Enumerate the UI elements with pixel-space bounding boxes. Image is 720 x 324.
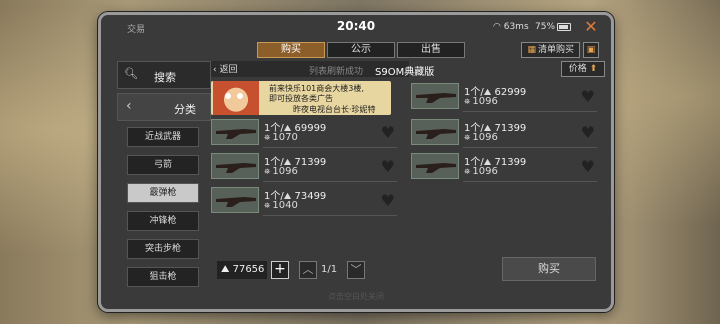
listing-total: ⛯ 1070 xyxy=(264,132,298,143)
favorite-heart-icon[interactable]: ♥ xyxy=(381,191,395,210)
tab-sell[interactable]: 出售 xyxy=(397,42,465,58)
favorite-heart-icon[interactable]: ♥ xyxy=(581,123,595,142)
favorite-heart-icon[interactable]: ♥ xyxy=(381,123,395,142)
trade-panel: 交易 20:40 ◠ 63ms 75% ✕ 购买 公示 出售 ▦ 清单购买 ▣ 🔍… xyxy=(98,12,614,312)
back-button[interactable]: ‹ 返回 xyxy=(213,62,237,75)
sidebar: 🔍︎ 搜索 ‹ 分类 近战武器 弓箭 霰弹枪 冲锋枪 突击步枪 狙击枪 xyxy=(117,61,211,295)
shotgun-thumbnail xyxy=(411,153,459,179)
listing-total: ⛯ 1096 xyxy=(464,132,498,143)
coin-icon: ⛯ xyxy=(264,133,271,142)
listing-area: ‹ 返回 列表刷新成功 S9OM典藏版 价格 ⬆ 前来快乐101商会大楼3楼, … xyxy=(211,61,606,266)
listing-item[interactable]: 1个/⛰ 73499 ⛯ 1040 ♥ xyxy=(211,187,397,216)
category-assault-rifle[interactable]: 突击步枪 xyxy=(127,239,199,259)
category-list: 近战武器 弓箭 霰弹枪 冲锋枪 突击步枪 狙击枪 xyxy=(127,127,199,287)
banner-line3: 昨夜电视台台长·珍妮特 xyxy=(293,105,376,114)
tab-notice[interactable]: 公示 xyxy=(327,42,395,58)
listing-total: ⛯ 1096 xyxy=(464,166,498,177)
close-hint: 点击空白处关闭 xyxy=(328,292,384,301)
divider xyxy=(263,215,397,216)
divider xyxy=(463,111,597,112)
chevron-down-icon[interactable]: ﹀ xyxy=(347,261,365,279)
item-title: S9OM典藏版 xyxy=(375,67,435,78)
list-buy-button[interactable]: ▦ 清单购买 xyxy=(521,42,580,58)
search-icon: 🔍︎ xyxy=(124,67,138,80)
buy-button[interactable]: 购买 xyxy=(502,257,596,281)
coin-icon: ⛯ xyxy=(264,167,271,176)
battery-icon xyxy=(557,23,571,31)
tab-buy[interactable]: 购买 xyxy=(257,42,325,58)
listing-total: ⛯ 1096 xyxy=(464,96,498,107)
coin-icon: ⛰ xyxy=(221,264,230,275)
listing-item[interactable]: 1个/⛰ 71399 ⛯ 1096 ♥ xyxy=(411,119,597,148)
page-indicator: 1/1 xyxy=(321,264,338,275)
shotgun-thumbnail xyxy=(411,83,459,109)
mascot-image xyxy=(213,81,259,115)
refresh-toast: 列表刷新成功 xyxy=(309,67,364,77)
currency-balance: ⛰ 77656 xyxy=(217,261,267,279)
listing-total: ⛯ 1096 xyxy=(264,166,298,177)
category-shotgun[interactable]: 霰弹枪 xyxy=(127,183,199,203)
toolbar: ▦ 清单购买 ▣ xyxy=(521,42,599,58)
coin-icon: ⛯ xyxy=(464,167,471,176)
listing-item[interactable]: 1个/⛰ 71399 ⛯ 1096 ♥ xyxy=(211,153,397,182)
search-button[interactable]: 🔍︎ 搜索 xyxy=(117,61,211,89)
favorite-heart-icon[interactable]: ♥ xyxy=(581,157,595,176)
clipboard-icon[interactable]: ▣ xyxy=(583,42,599,58)
network-latency: ◠ 63ms xyxy=(493,22,529,32)
sort-up-icon: ⬆ xyxy=(589,64,598,74)
chevron-left-icon: ‹ xyxy=(126,98,132,114)
ad-banner[interactable]: 前来快乐101商会大楼3楼, 即可投放各类广告 昨夜电视台台长·珍妮特 xyxy=(211,81,391,115)
category-label: 分类 xyxy=(174,103,196,116)
close-icon[interactable]: ✕ xyxy=(583,19,599,35)
category-sniper[interactable]: 狙击枪 xyxy=(127,267,199,287)
listing-item[interactable]: 1个/⛰ 62999 ⛯ 1096 ♥ xyxy=(411,83,597,112)
category-smg[interactable]: 冲锋枪 xyxy=(127,211,199,231)
coin-icon: ⛯ xyxy=(464,133,471,142)
favorite-heart-icon[interactable]: ♥ xyxy=(581,87,595,106)
banner-line2: 即可投放各类广告 xyxy=(269,94,333,103)
divider xyxy=(263,181,397,182)
crates-icon: ▦ xyxy=(527,45,536,55)
divider xyxy=(263,147,397,148)
divider xyxy=(463,181,597,182)
shotgun-thumbnail xyxy=(211,153,259,179)
coin-icon: ⛯ xyxy=(264,201,271,210)
shotgun-thumbnail xyxy=(211,187,259,213)
listing-item[interactable]: 1个/⛰ 69999 ⛯ 1070 ♥ xyxy=(211,119,397,148)
search-label: 搜索 xyxy=(154,71,176,84)
status-bar: 交易 20:40 ◠ 63ms 75% xyxy=(101,15,611,39)
category-bow[interactable]: 弓箭 xyxy=(127,155,199,175)
shotgun-thumbnail xyxy=(411,119,459,145)
wifi-icon: ◠ xyxy=(493,22,501,32)
price-sort-button[interactable]: 价格 ⬆ xyxy=(561,61,605,77)
add-currency-button[interactable]: + xyxy=(271,261,289,279)
favorite-heart-icon[interactable]: ♥ xyxy=(381,157,395,176)
bottom-bar: ⛰ 77656 + ︿ 1/1 ﹀ 购买 xyxy=(217,257,602,281)
category-melee[interactable]: 近战武器 xyxy=(127,127,199,147)
category-header[interactable]: ‹ 分类 xyxy=(117,93,211,121)
chevron-up-icon[interactable]: ︿ xyxy=(299,261,317,279)
divider xyxy=(463,147,597,148)
battery-level: 75% xyxy=(535,22,556,32)
tab-bar: 购买 公示 出售 xyxy=(257,42,467,58)
shotgun-thumbnail xyxy=(211,119,259,145)
listing-item[interactable]: 1个/⛰ 71399 ⛯ 1096 ♥ xyxy=(411,153,597,182)
listing-total: ⛯ 1040 xyxy=(264,200,298,211)
coin-icon: ⛯ xyxy=(464,97,471,106)
